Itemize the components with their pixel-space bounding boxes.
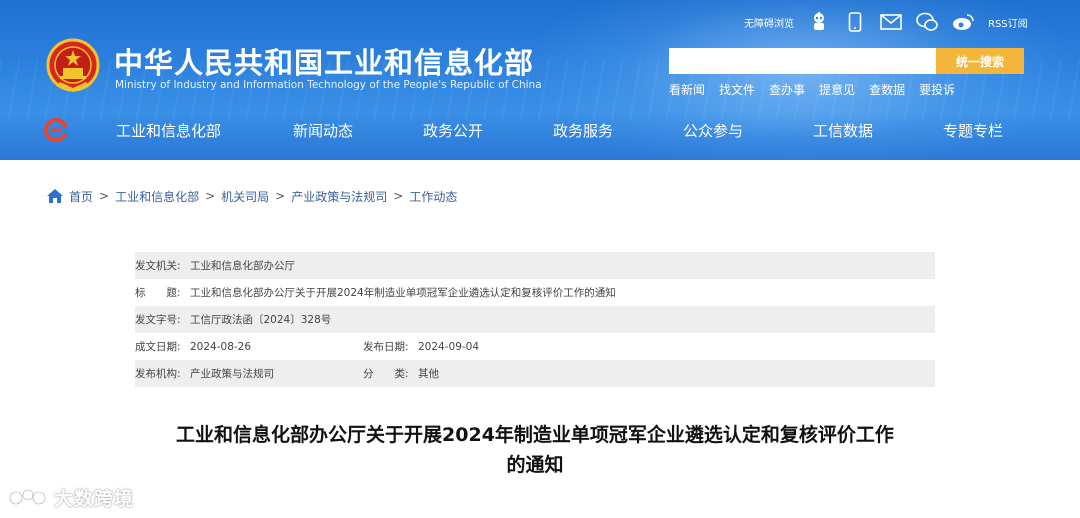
nav-item-data[interactable]: 工信数据 [813,120,873,141]
national-emblem-icon[interactable] [46,38,100,96]
document-meta-table: 发文机关: 工业和信息化部办公厅 标 题: 工业和信息化部办公厅关于开展2024… [135,252,935,387]
issuer-value: 工业和信息化部办公厅 [190,260,295,272]
breadcrumb-separator: > [275,189,286,203]
site-header: 中华人民共和国工业和信息化部 Ministry of Industry and … [0,0,1080,160]
breadcrumb: 首页 > 工业和信息化部 > 机关司局 > 产业政策与法规司 > 工作动态 [47,187,457,205]
breadcrumb-miit[interactable]: 工业和信息化部 [115,188,199,205]
document-title: 工业和信息化部办公厅关于开展2024年制造业单项冠军企业遴选认定和复核评价工作 … [135,420,935,480]
meta-row-org: 发布机构: 产业政策与法规司 分 类: 其他 [135,360,935,387]
watermark-text: 大数跨境 [54,488,135,510]
quick-links: 看新闻 找文件 查办事 提意见 查数据 要投诉 [669,81,969,98]
watermark-logo-icon [8,488,47,505]
robot-assistant-icon[interactable] [808,11,830,33]
search-input[interactable] [669,48,937,74]
org-value: 产业政策与法规司 [190,368,274,380]
breadcrumb-work-news[interactable]: 工作动态 [409,188,457,205]
main-nav: 工业和信息化部 新闻动态 政务公开 政务服务 公众参与 工信数据 专题专栏 [0,112,1080,150]
rss-link[interactable]: RSS订阅 [988,15,1028,30]
utility-bar: 无障碍浏览 RSS订阅 [744,10,1028,34]
doc-no-label: 发文字号: [135,314,181,326]
breadcrumb-separator: > [205,189,216,203]
document-title-line-1: 工业和信息化部办公厅关于开展2024年制造业单项冠军企业遴选认定和复核评价工作 [176,424,894,446]
watermark: 大数跨境 [8,484,134,511]
weibo-icon[interactable] [952,11,974,33]
breadcrumb-separator: > [99,189,110,203]
category-label: 分 类: [363,368,409,380]
nav-item-gov-services[interactable]: 政务服务 [553,120,613,141]
meta-row-title: 标 题: 工业和信息化部办公厅关于开展2024年制造业单项冠军企业遴选认定和复核… [135,279,935,306]
quick-link-complaint[interactable]: 要投诉 [919,81,955,98]
written-date-value: 2024-08-26 [190,340,252,353]
nav-item-participation[interactable]: 公众参与 [683,120,743,141]
search-button[interactable]: 统一搜索 [936,48,1024,74]
nav-item-topics[interactable]: 专题专栏 [943,120,1003,141]
breadcrumb-departments[interactable]: 机关司局 [221,188,269,205]
title-value: 工业和信息化部办公厅关于开展2024年制造业单项冠军企业遴选认定和复核评价工作的… [190,287,616,299]
written-date-label: 成文日期: [135,341,181,353]
document-title-line-2: 的通知 [506,454,564,476]
home-logo-icon[interactable] [44,118,68,142]
quick-link-news[interactable]: 看新闻 [669,81,705,98]
breadcrumb-policy-dept[interactable]: 产业政策与法规司 [291,188,387,205]
doc-no-value: 工信厅政法函〔2024〕328号 [190,314,332,326]
site-title[interactable]: 中华人民共和国工业和信息化部 [114,40,534,82]
wechat-icon[interactable] [916,11,938,33]
org-label: 发布机构: [135,368,181,380]
nav-item-gov-info[interactable]: 政务公开 [423,120,483,141]
category-value: 其他 [418,368,439,380]
quick-link-feedback[interactable]: 提意见 [819,81,855,98]
meta-row-issuer: 发文机关: 工业和信息化部办公厅 [135,252,935,279]
publish-date-value: 2024-09-04 [418,340,480,353]
breadcrumb-separator: > [393,189,404,203]
mobile-icon[interactable] [844,11,866,33]
quick-link-data[interactable]: 查数据 [869,81,905,98]
site-subtitle: Ministry of Industry and Information Tec… [115,79,542,91]
accessibility-link[interactable]: 无障碍浏览 [744,15,794,30]
issuer-label: 发文机关: [135,260,181,272]
meta-row-doc-no: 发文字号: 工信厅政法函〔2024〕328号 [135,306,935,333]
meta-row-dates: 成文日期: 2024-08-26 发布日期: 2024-09-04 [135,333,935,360]
nav-item-miit[interactable]: 工业和信息化部 [116,120,221,141]
breadcrumb-home[interactable]: 首页 [69,188,93,205]
quick-link-services[interactable]: 查办事 [769,81,805,98]
quick-link-files[interactable]: 找文件 [719,81,755,98]
home-icon[interactable] [47,189,63,203]
nav-item-news[interactable]: 新闻动态 [293,120,353,141]
mail-icon[interactable] [880,11,902,33]
title-label: 标 题: [135,287,181,299]
publish-date-label: 发布日期: [363,341,409,353]
